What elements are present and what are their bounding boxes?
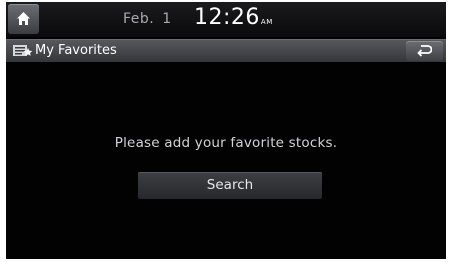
favorites-icon <box>13 45 33 56</box>
empty-favorites-message: Please add your favorite stocks. <box>114 135 338 151</box>
home-button[interactable] <box>8 4 39 34</box>
search-button-label: Search <box>206 177 254 193</box>
clock: 12:26AM <box>194 5 273 30</box>
date-month: Feb. <box>123 11 155 27</box>
page-title: My Favorites <box>35 43 117 58</box>
back-icon <box>417 45 432 57</box>
date-day: 1 <box>162 11 172 27</box>
clock-ampm: AM <box>260 18 273 26</box>
title-bar: My Favorites <box>6 39 446 62</box>
status-bar: Feb. 1 12:26AM <box>6 2 446 37</box>
home-icon <box>17 12 30 25</box>
search-button[interactable]: Search <box>138 172 322 199</box>
head-unit-screen: Feb. 1 12:26AM My Favorites Please add yo… <box>6 2 446 259</box>
back-button[interactable] <box>406 41 443 61</box>
date-display: Feb. 1 <box>123 11 172 27</box>
clock-time: 12:26 <box>194 5 260 30</box>
